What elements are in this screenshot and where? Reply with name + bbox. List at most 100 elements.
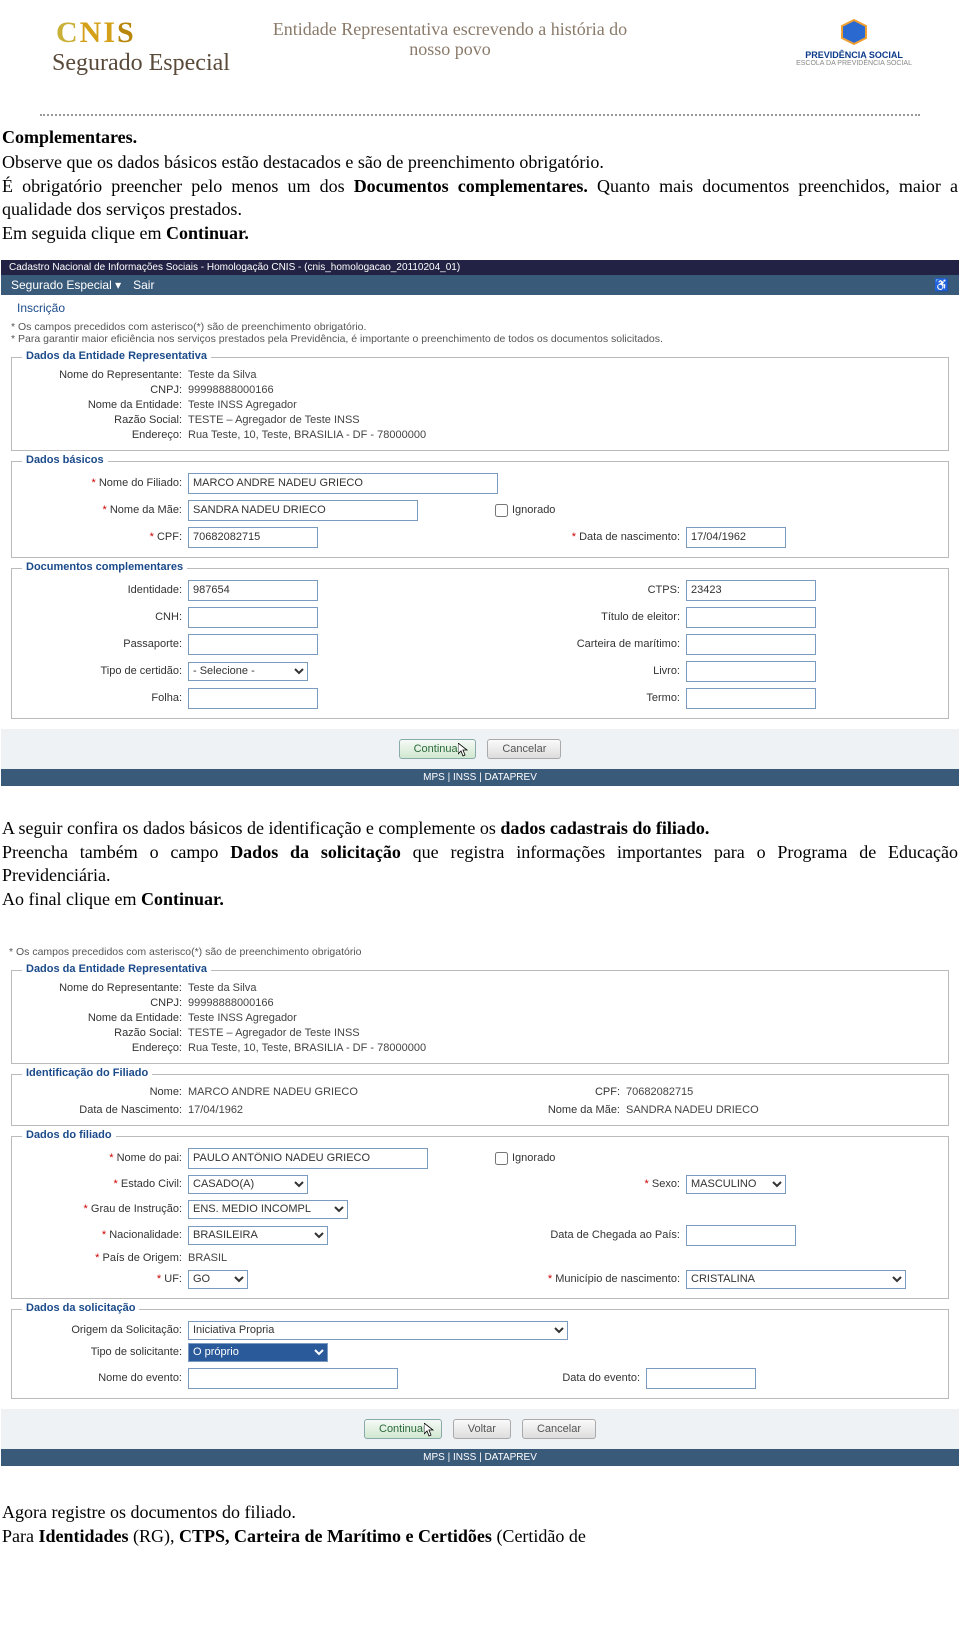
accessibility-icon[interactable]: ♿: [934, 278, 949, 292]
lbl-filiado: Nome do Filiado:: [22, 477, 188, 489]
p3-l1: Agora registre os documentos do filiado.: [2, 1502, 296, 1522]
input-termo[interactable]: [686, 688, 816, 709]
p1-line3a: É obrigatório preencher pelo menos um do…: [2, 176, 354, 196]
lbl-ent: Nome da Entidade:: [22, 399, 188, 411]
ss2-button-row: Continuar Voltar Cancelar: [1, 1409, 959, 1449]
select-tipocert[interactable]: - Selecione -: [188, 662, 308, 681]
checkbox-ignorado-pai[interactable]: [495, 1152, 508, 1165]
input-livro[interactable]: [686, 661, 816, 682]
previdencia-label-1: PREVIDÊNCIA SOCIAL: [796, 50, 912, 60]
ss2-val-ent: Teste INSS Agregador: [188, 1012, 297, 1024]
lbl-origem: Origem da Solicitação:: [22, 1324, 188, 1336]
lbl-ignorado2: Ignorado: [512, 1152, 555, 1164]
legend-ident-filiado: Identificação do Filiado: [22, 1067, 152, 1079]
p3-l2a: Para: [2, 1526, 38, 1546]
val-cnpj: 99998888000166: [188, 384, 274, 396]
lbl-tiposol: Tipo de solicitante:: [22, 1346, 188, 1358]
lbl-estciv: Estado Civil:: [22, 1178, 188, 1190]
input-nasc[interactable]: [686, 527, 786, 548]
lbl-ident: Identidade:: [22, 584, 188, 596]
input-pass[interactable]: [188, 634, 318, 655]
select-uf[interactable]: GO: [188, 1270, 248, 1289]
lbl-cheg: Data de Chegada ao País:: [480, 1229, 686, 1241]
input-folha[interactable]: [188, 688, 318, 709]
cnis-logo-subtitle: Segurado Especial: [52, 50, 230, 77]
select-nac[interactable]: BRASILEIRA: [188, 1226, 328, 1245]
lbl-nasc: Data de nascimento:: [480, 531, 686, 543]
val-mae2: SANDRA NADEU DRIECO: [626, 1104, 759, 1116]
select-origem[interactable]: Iniciativa Propria: [188, 1321, 568, 1340]
lbl-livro: Livro:: [480, 665, 686, 677]
p1-line5a: Em seguida clique em: [2, 223, 166, 243]
input-cpf[interactable]: [188, 527, 318, 548]
cancelar-button[interactable]: Cancelar: [487, 739, 561, 759]
lbl-mun: Município de nascimento:: [480, 1273, 686, 1285]
ss2-val-cnpj: 99998888000166: [188, 997, 274, 1009]
banner-script-text: Entidade Representativa escrevendo a his…: [260, 20, 640, 60]
legend-entidade: Dados da Entidade Representativa: [22, 350, 211, 362]
ss1-note2: * Para garantir maior eficiência nos ser…: [11, 333, 949, 345]
select-tiposol[interactable]: O próprio: [188, 1343, 328, 1362]
input-marit[interactable]: [686, 634, 816, 655]
cursor-icon-2: [424, 1423, 436, 1437]
p2-l3a: Ao final clique em: [2, 889, 141, 909]
input-pai[interactable]: [188, 1148, 428, 1169]
input-mae[interactable]: [188, 500, 418, 521]
input-evdata[interactable]: [646, 1368, 756, 1389]
lbl-cpf: CPF:: [22, 531, 188, 543]
select-sexo[interactable]: MASCULINO: [686, 1175, 786, 1194]
select-mun[interactable]: CRISTALINA: [686, 1270, 906, 1289]
lbl-sexo: Sexo:: [480, 1178, 686, 1190]
val-pais: BRASIL: [188, 1252, 227, 1264]
input-evnome[interactable]: [188, 1368, 398, 1389]
ss2-val-rep: Teste da Silva: [188, 982, 256, 994]
p3-l2b: Identidades: [38, 1526, 128, 1546]
ss2-val-end: Rua Teste, 10, Teste, BRASILIA - DF - 78…: [188, 1042, 426, 1054]
select-estciv[interactable]: CASADO(A): [188, 1175, 308, 1194]
select-grau[interactable]: ENS. MEDIO INCOMPL: [188, 1200, 348, 1219]
input-filiado[interactable]: [188, 473, 498, 494]
voltar-button[interactable]: Voltar: [453, 1419, 511, 1439]
input-titulo[interactable]: [686, 607, 816, 628]
ss2-lbl-ent: Nome da Entidade:: [22, 1012, 188, 1024]
lbl-tipocert: Tipo de certidão:: [22, 665, 188, 677]
lbl-pai: Nome do pai:: [22, 1152, 188, 1164]
checkbox-ignorado[interactable]: [495, 504, 508, 517]
tab-inscricao[interactable]: Inscrição: [9, 299, 73, 317]
lbl-rep: Nome do Representante:: [22, 369, 188, 381]
cnis-logo: CNIS: [56, 16, 136, 50]
ss2-lbl-cnpj: CNPJ:: [22, 997, 188, 1009]
lbl-razao: Razão Social:: [22, 414, 188, 426]
nav-segurado-especial[interactable]: Segurado Especial ▾: [11, 278, 121, 292]
ss2-legend-entidade: Dados da Entidade Representativa: [22, 963, 211, 975]
fieldset-dados-filiado: Dados do filiado Nome do pai: Ignorado E…: [11, 1136, 949, 1299]
p2-l1b: dados cadastrais do filiado.: [500, 818, 709, 838]
input-ctps[interactable]: [686, 580, 816, 601]
nav-sair[interactable]: Sair: [133, 278, 154, 292]
fieldset-dados-solicitacao: Dados da solicitação Origem da Solicitaç…: [11, 1309, 949, 1399]
lbl-mae2: Nome da Mãe:: [480, 1104, 626, 1116]
input-cnh[interactable]: [188, 607, 318, 628]
val-razao: TESTE – Agregador de Teste INSS: [188, 414, 360, 426]
lbl-marit: Carteira de marítimo:: [480, 638, 686, 650]
lbl-grau: Grau de Instrução:: [22, 1203, 188, 1215]
lbl-cnpj: CNPJ:: [22, 384, 188, 396]
lbl-pass: Passaporte:: [22, 638, 188, 650]
fieldset-dados-basicos: Dados básicos Nome do Filiado: Nome da M…: [11, 461, 949, 558]
ss1-navbar: Segurado Especial ▾ Sair ♿: [1, 275, 959, 295]
ss1-footer: MPS | INSS | DATAPREV: [1, 769, 959, 786]
input-ident[interactable]: [188, 580, 318, 601]
p2-l2a: Preencha também o campo: [2, 842, 230, 862]
val-rep: Teste da Silva: [188, 369, 256, 381]
ss1-button-row: Continuar Cancelar: [1, 729, 959, 769]
legend-basicos: Dados básicos: [22, 454, 108, 466]
input-chegada[interactable]: [686, 1225, 796, 1246]
lbl-pais: País de Origem:: [22, 1252, 188, 1264]
ss1-note1: * Os campos precedidos com asterisco(*) …: [11, 321, 949, 333]
legend-docs: Documentos complementares: [22, 561, 187, 573]
fieldset-docs-complementares: Documentos complementares Identidade: CT…: [11, 568, 949, 719]
p1-line3b: Documentos complementares.: [354, 176, 588, 196]
lbl-nac: Nacionalidade:: [22, 1229, 188, 1241]
val-nome: MARCO ANDRE NADEU GRIECO: [188, 1086, 358, 1098]
cancelar-button-2[interactable]: Cancelar: [522, 1419, 596, 1439]
